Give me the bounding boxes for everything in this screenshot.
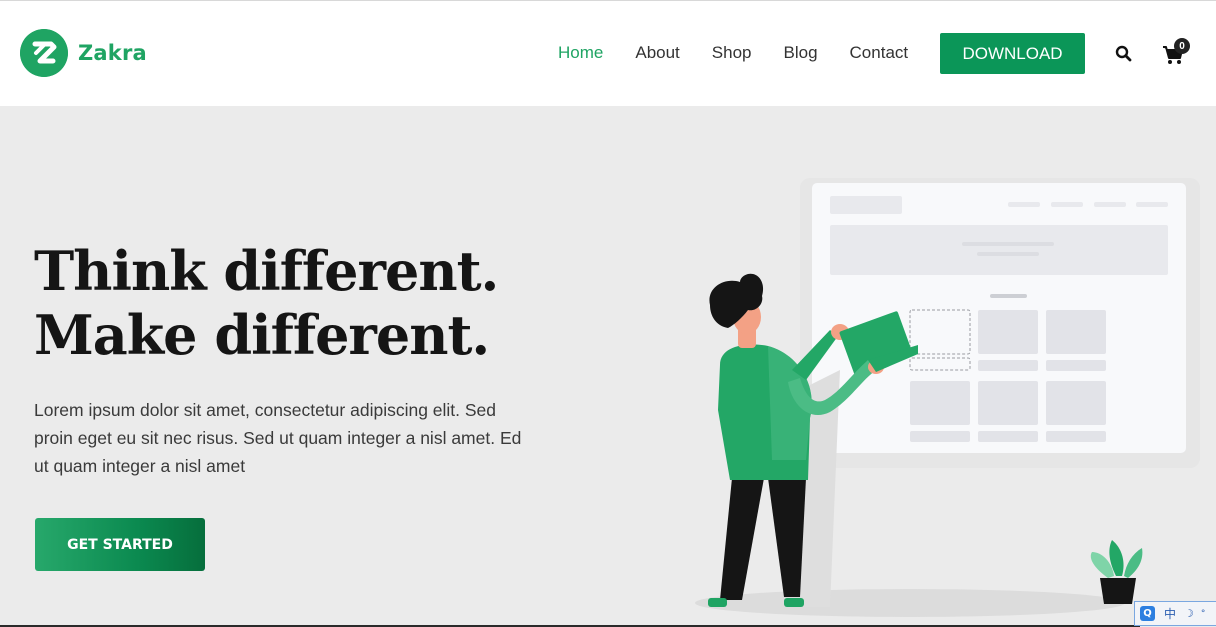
nav-item-blog[interactable]: Blog — [784, 43, 818, 63]
site-title: Zakra — [78, 41, 147, 65]
main-navigation: Home About Shop Blog Contact — [558, 43, 940, 63]
get-started-button[interactable]: GET STARTED — [35, 518, 205, 571]
nav-item-contact[interactable]: Contact — [850, 43, 909, 63]
site-logo[interactable]: Zakra — [20, 29, 147, 77]
search-icon[interactable] — [1114, 44, 1134, 64]
site-header: Zakra Home About Shop Blog Contact DOWNL… — [0, 1, 1216, 106]
zakra-logo-icon — [20, 29, 68, 77]
hero-illustration — [695, 178, 1200, 617]
nav-item-about[interactable]: About — [635, 43, 679, 63]
moon-icon[interactable]: ☽ — [1184, 607, 1194, 620]
hero-title-line-1: Think different. — [34, 239, 499, 303]
ime-language-toggle[interactable]: 中 — [1164, 605, 1176, 622]
download-button[interactable]: DOWNLOAD — [940, 33, 1085, 74]
plant-pot-illustration — [1090, 540, 1143, 604]
hero-title: Think different. Make different. — [34, 239, 499, 367]
hero-title-line-2: Make different. — [34, 303, 490, 367]
nav-item-shop[interactable]: Shop — [712, 43, 752, 63]
nav-item-home[interactable]: Home — [558, 43, 603, 63]
input-method-toolbar[interactable]: Q 中 ☽ ° — [1134, 601, 1216, 626]
ime-logo-icon: Q — [1140, 606, 1155, 621]
cart-count-badge: 0 — [1174, 38, 1190, 54]
hero-description: Lorem ipsum dolor sit amet, consectetur … — [34, 400, 522, 476]
punctuation-icon[interactable]: ° — [1201, 609, 1206, 619]
